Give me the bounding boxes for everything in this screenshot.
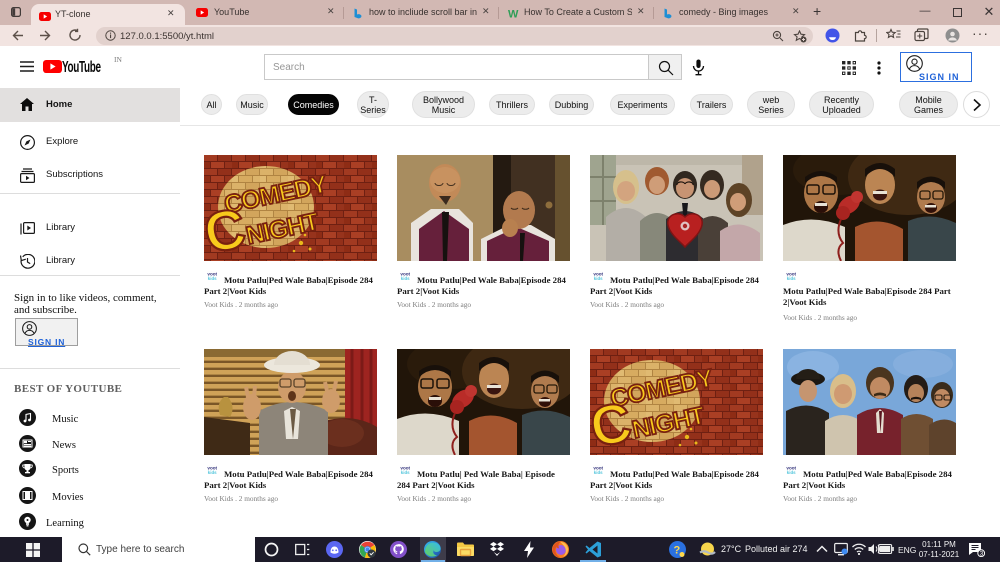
svg-text:?: ? [674, 545, 681, 557]
svg-text:3: 3 [980, 551, 984, 557]
svg-text:W: W [508, 9, 519, 20]
